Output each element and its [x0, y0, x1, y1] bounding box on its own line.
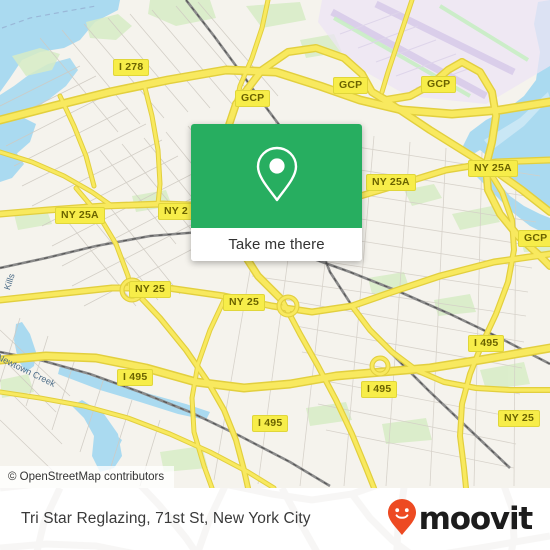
map-pin-icon — [253, 144, 301, 209]
highway-shield: I 495 — [468, 335, 505, 352]
highway-shield: I 278 — [113, 59, 150, 76]
moovit-smiley-pin-icon — [387, 498, 417, 541]
place-popup-card[interactable]: Take me there — [191, 124, 362, 261]
place-title: Tri Star Reglazing, 71st St, New York Ci… — [21, 510, 311, 527]
highway-shield: NY 25A — [366, 174, 416, 191]
highway-shield: GCP — [333, 77, 369, 94]
highway-shield: NY 25 — [498, 410, 540, 427]
take-me-there-button[interactable]: Take me there — [191, 228, 362, 261]
place-popup-header — [191, 124, 362, 228]
moovit-logo[interactable]: moovit — [387, 498, 534, 541]
highway-shield: I 495 — [117, 369, 154, 386]
footer-content: Tri Star Reglazing, 71st St, New York Ci… — [0, 488, 550, 550]
map-attribution[interactable]: © OpenStreetMap contributors — [0, 466, 175, 488]
highway-shield: NY 25 — [129, 281, 171, 298]
take-me-there-label: Take me there — [228, 236, 325, 253]
moovit-map-page: I 278 GCP GCP GCP NY 25A NY 25A GCP NY 2… — [0, 0, 550, 550]
highway-shield: NY 25 — [223, 294, 265, 311]
footer-bar: Tri Star Reglazing, 71st St, New York Ci… — [0, 488, 550, 550]
highway-shield: GCP — [421, 76, 457, 93]
highway-shield: NY 25A — [55, 207, 105, 224]
highway-shield: I 495 — [252, 415, 289, 432]
highway-shield: NY 2 — [158, 203, 194, 220]
highway-shield: I 495 — [361, 381, 398, 398]
moovit-wordmark: moovit — [418, 500, 534, 537]
highway-shield: GCP — [518, 230, 550, 247]
map-viewport[interactable]: I 278 GCP GCP GCP NY 25A NY 25A GCP NY 2… — [0, 0, 550, 488]
highway-shield: NY 25A — [468, 160, 518, 177]
highway-shield: GCP — [235, 90, 271, 107]
